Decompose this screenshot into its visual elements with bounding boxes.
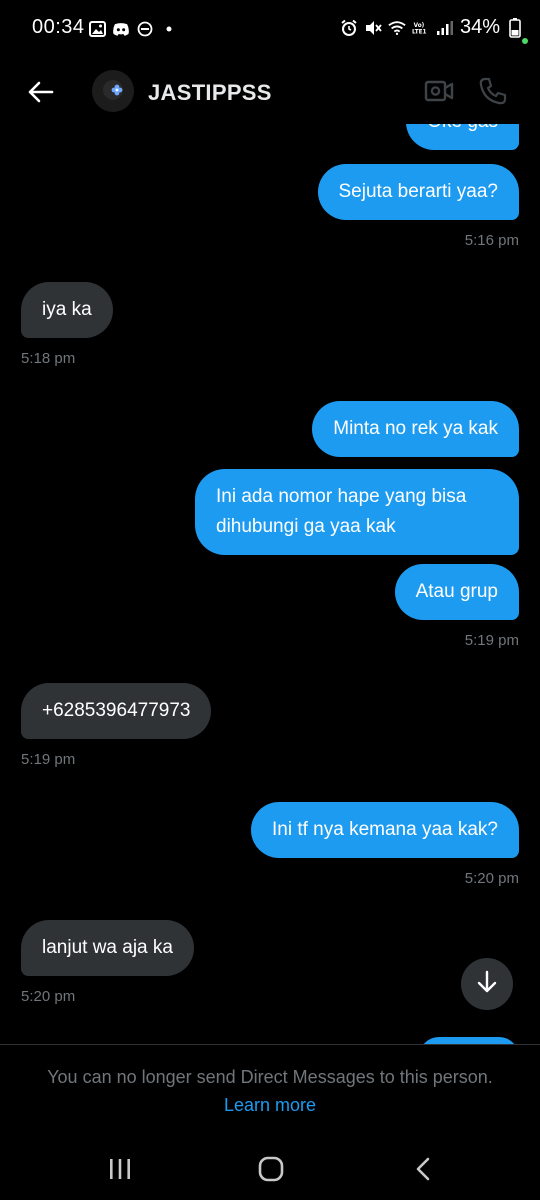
system-nav-bar: [0, 1140, 540, 1200]
status-time: 00:34: [32, 16, 85, 38]
message-bubble-outgoing[interactable]: Sejuta berarti yaa?: [317, 164, 519, 220]
alarm-icon: [340, 19, 358, 37]
arrow-down-icon: [476, 970, 498, 999]
gallery-icon: [88, 20, 106, 38]
discord-icon: [112, 20, 130, 38]
message-list[interactable]: Oke gas Sejuta berarti yaa? 5:16 pm iya …: [0, 124, 540, 1044]
signal-icon: [436, 19, 454, 37]
message-bubble-incoming[interactable]: +6285396477973: [21, 683, 212, 739]
message-timestamp: 5:19 pm: [464, 632, 519, 649]
notice-text: You can no longer send Direct Messages t…: [47, 1067, 493, 1087]
message-bubble-outgoing[interactable]: Minta no rek ya kak: [312, 401, 519, 457]
svg-text:LTE1: LTE1: [412, 29, 427, 35]
dm-screen: 00:34 Vo) LTE1 34% JASTIPPSS Sejuta bera…: [0, 0, 540, 1200]
home-icon: [258, 1156, 284, 1187]
video-call-icon: [424, 80, 454, 108]
battery-icon: [506, 17, 524, 38]
dnd-icon: [136, 20, 154, 38]
message-bubble-outgoing[interactable]: Oke gas: [406, 124, 519, 150]
scroll-to-bottom-button[interactable]: [461, 958, 513, 1010]
dm-header: JASTIPPSS: [0, 60, 540, 124]
message-bubble-incoming[interactable]: iya ka: [21, 282, 113, 338]
recent-apps-icon: [108, 1158, 132, 1185]
privacy-indicator: [522, 38, 528, 44]
message-timestamp: 5:20 pm: [21, 988, 76, 1005]
message-bubble-outgoing-partial[interactable]: [419, 1037, 519, 1044]
back-nav-icon: [415, 1157, 431, 1186]
message-timestamp: 5:19 pm: [21, 751, 76, 768]
phone-icon: [478, 77, 508, 110]
back-button[interactable]: [26, 78, 58, 106]
mute-icon: [364, 19, 382, 37]
video-call-button[interactable]: [424, 78, 456, 106]
status-left-icons: [88, 20, 178, 38]
message-bubble-outgoing[interactable]: Atau grup: [394, 564, 519, 620]
message-timestamp: 5:18 pm: [21, 350, 76, 367]
volte-icon: Vo) LTE1: [412, 19, 430, 37]
learn-more-link[interactable]: Learn more: [0, 1095, 540, 1116]
home-button[interactable]: [251, 1156, 291, 1186]
svg-text:Vo): Vo): [414, 23, 425, 29]
back-nav-button[interactable]: [403, 1156, 443, 1186]
status-bar: 00:34 Vo) LTE1 34%: [0, 0, 540, 60]
recent-apps-button[interactable]: [100, 1156, 140, 1186]
voice-call-button[interactable]: [478, 76, 508, 106]
arrow-left-icon: [26, 81, 58, 110]
contact-name[interactable]: JASTIPPSS: [148, 80, 272, 106]
status-right-icons: Vo) LTE1 34%: [340, 16, 524, 39]
message-bubble-incoming[interactable]: lanjut wa aja ka: [21, 920, 194, 976]
message-timestamp: 5:16 pm: [464, 232, 519, 249]
message-timestamp: 5:20 pm: [464, 870, 519, 887]
contact-avatar[interactable]: [92, 70, 134, 112]
wifi-icon: [388, 19, 406, 37]
battery-percent: 34%: [459, 16, 500, 38]
message-bubble-outgoing[interactable]: Ini ada nomor hape yang bisa dihubungi g…: [195, 469, 519, 555]
dot-icon: [160, 20, 178, 38]
dm-restricted-notice: You can no longer send Direct Messages t…: [0, 1045, 540, 1140]
message-bubble-outgoing[interactable]: Ini tf nya kemana yaa kak?: [250, 802, 519, 858]
